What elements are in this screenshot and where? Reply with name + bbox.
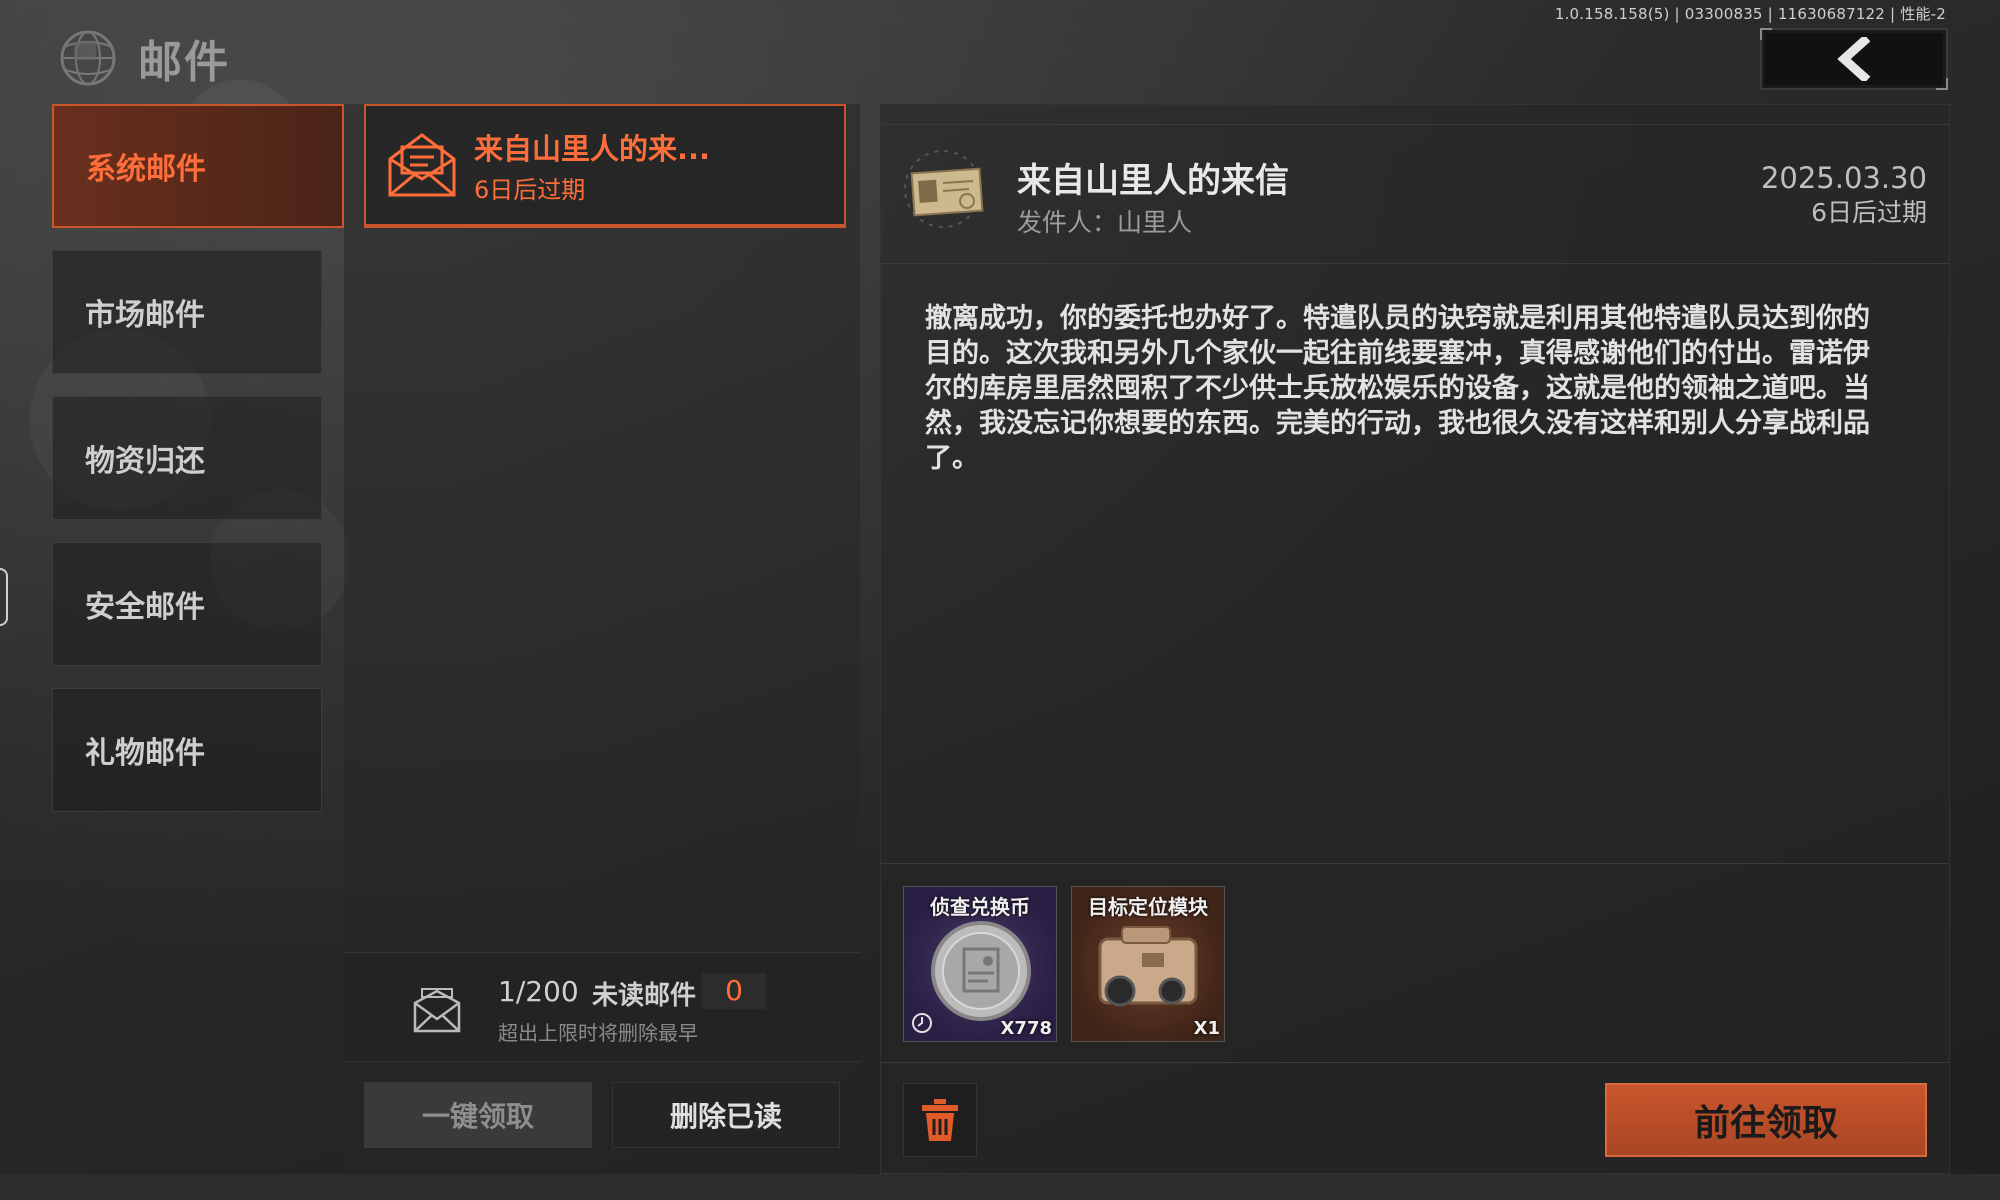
nav-item-label: 物资归还 [85,444,205,479]
mail-date: 2025.03.30 [1760,161,1927,195]
nav-item-label: 系统邮件 [86,152,206,187]
mailbox-icon [413,988,461,1033]
nav-item-system-mail[interactable]: 系统邮件 [52,104,344,228]
unread-count-badge: 0 [702,973,766,1009]
mail-subject: 来自山里人的来... [474,131,711,166]
attachment-name: 目标定位模块 [1088,895,1208,919]
claim-all-button[interactable]: 一键领取 [364,1082,592,1148]
page-title: 邮件 [138,37,230,88]
go-claim-button[interactable]: 前往领取 [1605,1083,1927,1157]
nav-item-label: 礼物邮件 [85,736,205,771]
mail-detail-panel: 来自山里人的来信 发件人：山里人 2025.03.30 6日后过期 撤离成功，你… [880,104,1950,1174]
mail-list: 来自山里人的来... 6日后过期 1/200 未读邮件 0 超出上限时将删除最早… [344,104,860,1174]
attachment-qty: X778 [1000,1018,1052,1039]
nav-item-supply-return[interactable]: 物资归还 [52,396,322,520]
nav-item-market-mail[interactable]: 市场邮件 [52,250,322,374]
back-button[interactable] [1760,28,1948,90]
trash-icon [922,1099,958,1141]
envelope-open-icon [388,133,456,197]
attachment-name: 侦查兑换币 [930,895,1030,919]
attachments: 侦查兑换币 X778 目标定位模块 X1 [881,863,1949,1063]
unread-label: 未读邮件 [592,981,697,1011]
bottom-bar [0,1174,2000,1200]
chevron-left-icon [1837,37,1871,81]
mail-sender: 发件人：山里人 [1017,208,1193,237]
mail-body: 撤离成功，你的委托也办好了。特遣队员的诀窍就是利用其他特遣队员达到你的目的。这次… [925,303,1870,474]
mail-expire: 6日后过期 [474,175,586,204]
delete-read-button[interactable]: 删除已读 [612,1082,840,1148]
nav-item-label: 市场邮件 [85,298,205,333]
attachment-item[interactable]: 侦查兑换币 X778 [903,886,1057,1042]
attachment-qty: X1 [1193,1018,1220,1039]
mail-screen: 1.0.158.158(5) | 03300835 | 11630687122 … [0,0,2000,1200]
nav-item-gift-mail[interactable]: 礼物邮件 [52,688,322,812]
mailbox-summary: 1/200 未读邮件 0 超出上限时将删除最早 [344,952,860,1062]
side-handle[interactable] [0,568,8,626]
mail-category-nav: 系统邮件 市场邮件 物资归还 安全邮件 礼物邮件 [52,104,344,834]
nav-item-security-mail[interactable]: 安全邮件 [52,542,322,666]
version-info: 1.0.158.158(5) | 03300835 | 11630687122 … [1554,5,1946,23]
page-header: 邮件 [54,28,230,88]
nav-item-label: 安全邮件 [85,590,205,625]
attachment-item[interactable]: 目标定位模块 X1 [1071,886,1225,1042]
mail-detail-expire: 6日后过期 [1811,198,1927,227]
mail-title: 来自山里人的来信 [1017,161,1289,201]
divider [881,263,1949,264]
delete-mail-button[interactable] [903,1083,977,1157]
mail-count: 1/200 [498,975,579,1008]
limit-note: 超出上限时将删除最早 [498,1021,698,1045]
decorative-strip [881,105,1949,125]
globe-icon [54,28,124,88]
clock-icon [912,1013,932,1033]
letter-icon [904,150,984,228]
mail-list-item[interactable]: 来自山里人的来... 6日后过期 [364,104,846,228]
